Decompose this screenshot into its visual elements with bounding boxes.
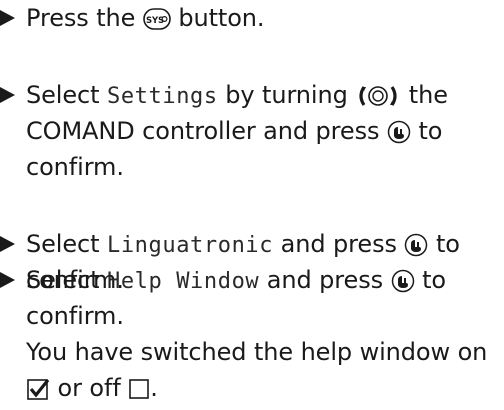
menu-item-settings: Settings [106,84,218,109]
bullet-arrow-icon [0,272,15,288]
step-2-text: Select Settings by turning the COMAND co… [26,77,504,185]
step-line: Select Help Window and press to [26,262,504,298]
controller-press-icon [387,120,411,144]
checkbox-empty-icon [128,378,150,400]
step-line: Select Linguatronic and press to [26,226,504,262]
step-text: COMAND controller and press [26,117,387,145]
step-text: button. [170,4,265,32]
step-line: You have switched the help window on [26,334,504,370]
bullet-arrow-icon [0,10,15,26]
step-text: and press [273,230,405,258]
step-line: Press the SYS button. [26,0,504,36]
step-text: and press [259,266,391,294]
sys-button-icon: SYS [143,8,171,30]
controller-turn-icon [355,84,401,108]
step-text: to [414,266,446,294]
step-text: the [401,81,448,109]
step-text: Select [26,81,107,109]
menu-item-help-window: Help Window [106,269,260,294]
sys-button-label: SYS [146,16,164,26]
step-text: confirm. [26,153,124,181]
step-text: You have switched the help window on [26,338,488,366]
step-line: confirm. [26,149,504,185]
controller-press-icon [391,269,415,293]
bullet-arrow-icon [0,236,15,252]
step-1-text: Press the SYS button. [26,0,504,36]
step-text: Select [26,266,107,294]
menu-item-linguatronic: Linguatronic [106,233,274,258]
step-line: COMAND controller and press to [26,113,504,149]
bullet-arrow-icon [0,87,15,103]
step-text: . [150,374,158,402]
step-4-text: Select Help Window and press to confirm.… [26,262,504,406]
step-line: confirm. [26,298,504,334]
step-text: to [410,117,443,145]
step-text: Press the [26,4,143,32]
step-text: by turning [217,81,356,109]
step-text: confirm. [26,302,124,330]
step-line: Select Settings by turning the [26,77,504,113]
controller-press-icon [404,233,428,257]
step-text: Select [26,230,107,258]
checkbox-checked-icon [26,377,50,401]
step-text: or off [50,374,129,402]
step-line: or off . [26,370,504,406]
step-text: to [428,230,460,258]
